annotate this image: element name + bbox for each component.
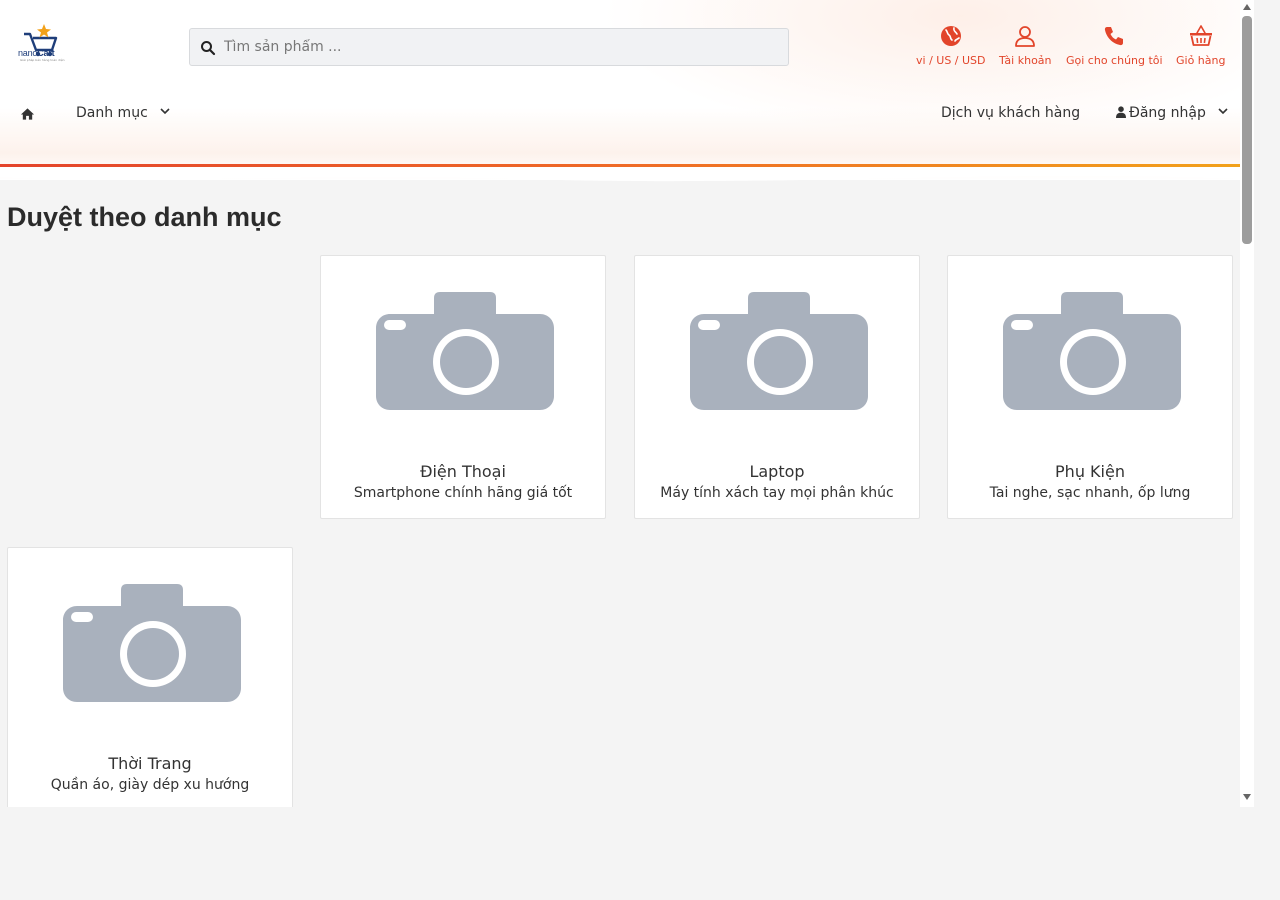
camera-placeholder-icon bbox=[63, 584, 241, 702]
chevron-down-icon bbox=[1218, 108, 1228, 115]
cart-link[interactable]: Giỏ hàng bbox=[1176, 24, 1225, 67]
user-icon bbox=[1015, 26, 1036, 47]
logo-wordmark: nanoCart bbox=[18, 48, 55, 58]
basket-icon bbox=[1189, 25, 1212, 46]
category-card[interactable]: Thời Trang Quần áo, giày dép xu hướng bbox=[7, 547, 293, 807]
account-link[interactable]: Tài khoản bbox=[999, 24, 1052, 67]
login-menu[interactable]: Đăng nhập bbox=[1116, 105, 1228, 121]
search-bar bbox=[189, 28, 789, 66]
page-viewport: nanoCart Giải pháp bán hàng toàn diện vi… bbox=[0, 0, 1240, 807]
category-title: Thời Trang bbox=[108, 754, 192, 773]
category-description: Máy tính xách tay mọi phân khúc bbox=[660, 485, 894, 501]
chevron-down-icon bbox=[160, 108, 170, 115]
locale-switcher[interactable]: vi / US / USD bbox=[916, 24, 986, 67]
category-description: Tai nghe, sạc nhanh, ốp lưng bbox=[989, 485, 1191, 501]
scroll-thumb[interactable] bbox=[1242, 16, 1252, 244]
customer-service-link[interactable]: Dịch vụ khách hàng bbox=[941, 105, 1080, 121]
camera-placeholder-icon bbox=[376, 292, 554, 410]
login-label: Đăng nhập bbox=[1129, 105, 1206, 121]
search-icon[interactable] bbox=[200, 40, 216, 56]
category-title: Điện Thoại bbox=[420, 462, 506, 481]
home-icon[interactable] bbox=[20, 107, 35, 121]
camera-placeholder-icon bbox=[1003, 292, 1181, 410]
cart-label: Giỏ hàng bbox=[1176, 54, 1226, 67]
call-us-link[interactable]: Gọi cho chúng tôi bbox=[1066, 24, 1163, 67]
page-title: Duyệt theo danh mục bbox=[7, 202, 282, 232]
globe-icon bbox=[940, 26, 961, 46]
call-us-label: Gọi cho chúng tôi bbox=[1066, 54, 1163, 67]
category-card[interactable]: Laptop Máy tính xách tay mọi phân khúc bbox=[634, 255, 920, 519]
categories-menu[interactable]: Danh mục bbox=[76, 105, 170, 121]
scroll-down-arrow-icon[interactable] bbox=[1243, 794, 1251, 800]
site-header: nanoCart Giải pháp bán hàng toàn diện vi… bbox=[0, 0, 1240, 182]
category-card[interactable]: Điện Thoại Smartphone chính hãng giá tốt bbox=[320, 255, 606, 519]
category-description: Quần áo, giày dép xu hướng bbox=[50, 777, 250, 793]
account-label: Tài khoản bbox=[999, 54, 1052, 67]
header-wave-divider bbox=[0, 167, 1240, 182]
logo-tagline: Giải pháp bán hàng toàn diện bbox=[20, 58, 65, 62]
category-description: Smartphone chính hãng giá tốt bbox=[353, 485, 573, 501]
user-icon bbox=[1116, 106, 1126, 118]
categories-label: Danh mục bbox=[76, 105, 148, 121]
scroll-up-arrow-icon[interactable] bbox=[1243, 4, 1251, 10]
category-title: Laptop bbox=[749, 462, 805, 481]
camera-placeholder-icon bbox=[690, 292, 868, 410]
search-input[interactable] bbox=[224, 29, 774, 65]
category-title: Phụ Kiện bbox=[1055, 462, 1125, 481]
phone-icon bbox=[1105, 27, 1124, 46]
category-card[interactable]: Phụ Kiện Tai nghe, sạc nhanh, ốp lưng bbox=[947, 255, 1233, 519]
locale-label: vi / US / USD bbox=[916, 54, 986, 67]
vertical-scrollbar[interactable] bbox=[1240, 0, 1254, 807]
main-nav: Danh mục Dịch vụ khách hàng Đăng nhập bbox=[0, 100, 1240, 130]
